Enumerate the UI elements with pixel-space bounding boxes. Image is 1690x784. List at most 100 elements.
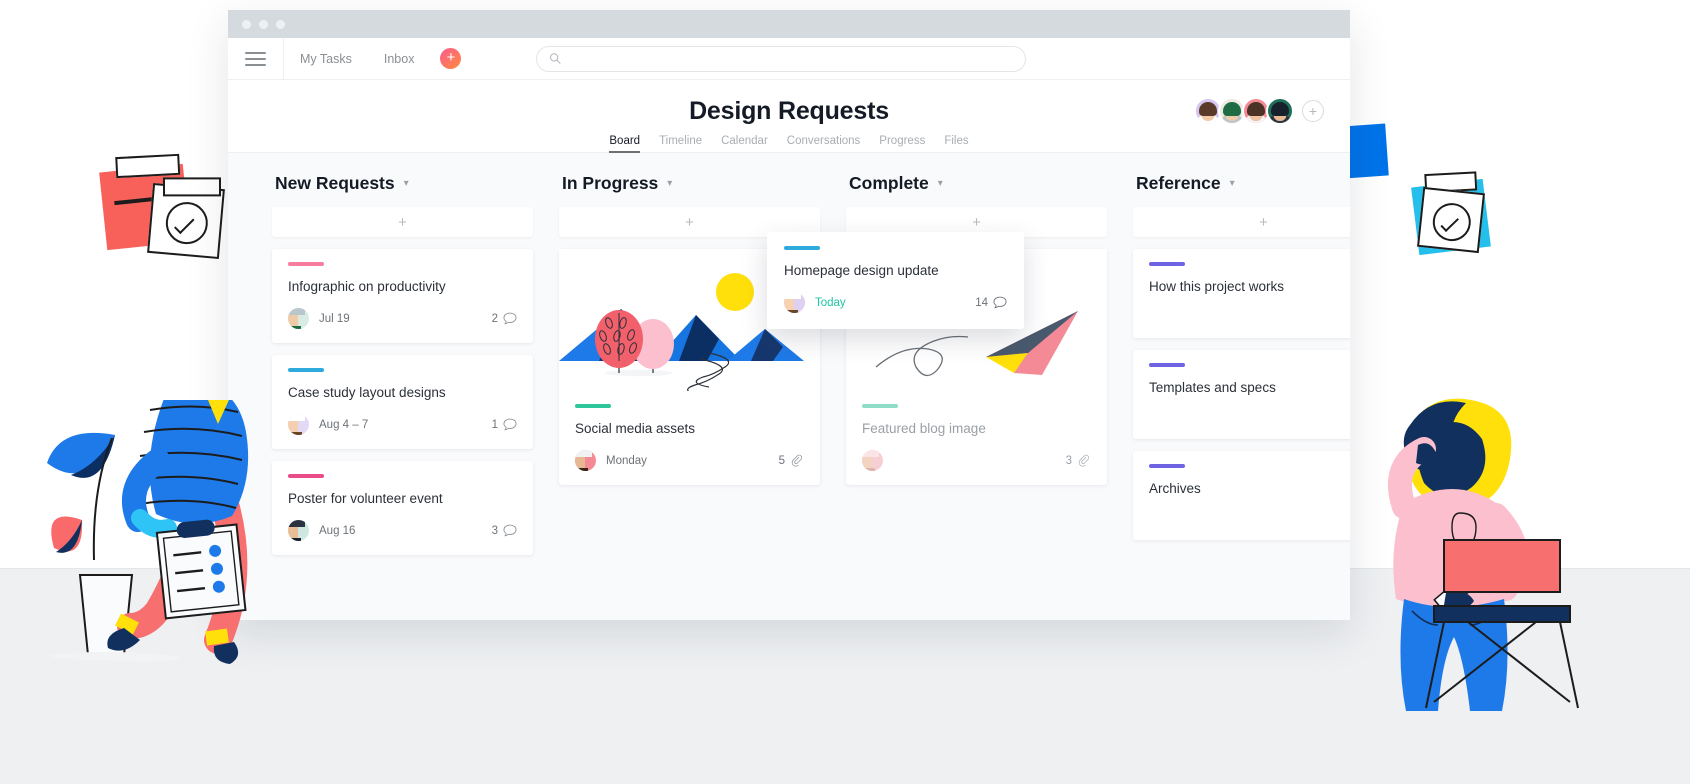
comment-icon	[503, 524, 517, 537]
card-title: Infographic on productivity	[288, 279, 446, 294]
card-due-date: Aug 4 – 7	[319, 418, 369, 431]
card-due-date: Aug 16	[319, 524, 356, 537]
project-header: Design Requests Board Timeline Calendar …	[228, 80, 1350, 153]
page-title: Design Requests	[689, 97, 889, 125]
card-footer: Monday 5	[575, 450, 804, 471]
dragged-task-card[interactable]: Homepage design update Today 14	[767, 232, 1024, 329]
tab-conversations[interactable]: Conversations	[787, 135, 861, 153]
chair-illustration	[1425, 539, 1579, 709]
search-input[interactable]	[568, 51, 1014, 66]
task-card[interactable]: How this project works	[1133, 249, 1350, 338]
member-avatars: +	[1194, 97, 1324, 125]
chevron-down-icon[interactable]: ▾	[1230, 178, 1235, 189]
card-tag	[288, 474, 324, 478]
avatar[interactable]	[784, 292, 805, 313]
traffic-light-close-icon[interactable]	[242, 19, 251, 29]
card-title: How this project works	[1149, 279, 1285, 294]
column-title: Complete	[849, 173, 929, 193]
comment-count: 2	[491, 312, 498, 325]
avatar[interactable]	[288, 308, 309, 329]
add-task-button[interactable]: +	[1133, 207, 1350, 237]
card-footer: 3	[862, 450, 1091, 471]
traffic-light-minimize-icon[interactable]	[259, 19, 268, 29]
comment-count: 3	[491, 524, 498, 537]
card-footer: Aug 16 3	[288, 520, 517, 541]
card-due-date: Today	[815, 296, 846, 309]
comment-icon	[503, 418, 517, 431]
avatar[interactable]	[288, 414, 309, 435]
card-title: Homepage design update	[784, 263, 939, 278]
column-header[interactable]: Complete ▾	[846, 173, 1107, 207]
card-title: Case study layout designs	[288, 385, 446, 400]
page-root: My Tasks Inbox + Design Requests Board T…	[0, 0, 1690, 784]
card-title: Archives	[1149, 481, 1201, 496]
card-footer: Jul 19 2	[288, 308, 517, 329]
card-meta: 3	[1066, 454, 1091, 467]
nav-my-tasks[interactable]: My Tasks	[284, 52, 368, 66]
card-tag	[1149, 262, 1185, 266]
comment-count: 1	[491, 418, 498, 431]
board-column-new-requests: New Requests ▾ + Infographic on producti…	[272, 173, 533, 620]
card-meta: 14	[975, 296, 1007, 309]
task-card[interactable]: Poster for volunteer event Aug 16 3	[272, 461, 533, 555]
card-footer: Today 14	[784, 292, 1007, 313]
sticky-note-cyan-checkmark-icon	[1417, 186, 1485, 254]
card-tag	[288, 368, 324, 372]
nav-inbox[interactable]: Inbox	[368, 52, 431, 66]
board-column-reference: Reference ▾ + How this project works Tem…	[1133, 173, 1350, 620]
task-card[interactable]: Case study layout designs Aug 4 – 7 1	[272, 355, 533, 449]
sticky-note-cyan-icon	[1411, 178, 1491, 256]
quick-add-button[interactable]: +	[440, 48, 462, 69]
project-tabs: Board Timeline Calendar Conversations Pr…	[228, 135, 1350, 153]
card-tag	[288, 262, 324, 266]
card-title: Poster for volunteer event	[288, 491, 443, 506]
card-tag	[575, 404, 611, 408]
chevron-down-icon[interactable]: ▾	[404, 178, 409, 189]
add-member-button[interactable]: +	[1302, 100, 1324, 122]
avatar[interactable]	[862, 450, 883, 471]
card-footer: Aug 4 – 7 1	[288, 414, 517, 435]
search-box[interactable]	[536, 45, 1027, 72]
card-tag	[1149, 464, 1185, 468]
attachment-count: 3	[1065, 454, 1072, 467]
avatar[interactable]	[1266, 97, 1294, 125]
column-header[interactable]: In Progress ▾	[559, 173, 820, 207]
chevron-down-icon[interactable]: ▾	[667, 178, 672, 189]
attachment-icon	[1078, 454, 1089, 467]
search-icon	[550, 53, 562, 64]
card-body: Featured blog image 3	[846, 391, 1107, 471]
column-header[interactable]: Reference ▾	[1133, 173, 1350, 207]
app-topbar: My Tasks Inbox +	[228, 37, 1350, 80]
card-due-date: Monday	[606, 454, 647, 467]
sticky-note-white-checkmark-icon	[147, 182, 225, 260]
traffic-light-zoom-icon[interactable]	[276, 19, 285, 29]
tab-files[interactable]: Files	[944, 135, 968, 153]
chevron-down-icon[interactable]: ▾	[938, 178, 943, 189]
tab-board[interactable]: Board	[609, 135, 641, 153]
comment-icon	[503, 312, 517, 325]
card-due-date: Jul 19	[319, 312, 350, 325]
add-task-button[interactable]: +	[272, 207, 533, 237]
tab-calendar[interactable]: Calendar	[721, 135, 768, 153]
column-header[interactable]: New Requests ▾	[272, 173, 533, 207]
hamburger-icon[interactable]	[228, 37, 284, 80]
avatar[interactable]	[288, 520, 309, 541]
task-card[interactable]: Templates and specs	[1133, 350, 1350, 439]
card-tag	[784, 246, 820, 250]
card-body: Social media assets Monday 5	[559, 391, 820, 471]
avatar[interactable]	[575, 450, 596, 471]
tab-progress[interactable]: Progress	[879, 135, 925, 153]
card-tag	[862, 404, 898, 408]
card-meta: 2	[492, 312, 517, 325]
column-title: Reference	[1136, 173, 1221, 193]
card-title: Templates and specs	[1149, 380, 1276, 395]
card-tag	[1149, 363, 1185, 367]
task-card[interactable]: Infographic on productivity Jul 19 2	[272, 249, 533, 343]
comment-icon	[993, 296, 1007, 309]
window-titlebar	[228, 10, 1350, 38]
tab-timeline[interactable]: Timeline	[659, 135, 702, 153]
kanban-board: New Requests ▾ + Infographic on producti…	[228, 153, 1350, 620]
task-card[interactable]: Archives	[1133, 451, 1350, 540]
comment-count: 14	[975, 296, 988, 309]
card-meta: 1	[492, 418, 517, 431]
